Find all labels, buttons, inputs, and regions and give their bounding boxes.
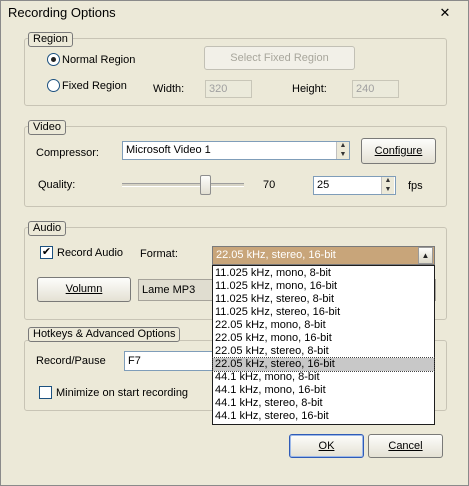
quality-value: 70 bbox=[263, 179, 276, 191]
compressor-select[interactable]: Microsoft Video 1 bbox=[122, 141, 350, 160]
compressor-spinner[interactable]: ▲ ▼ bbox=[336, 142, 349, 159]
compressor-label: Compressor: bbox=[36, 147, 99, 159]
format-option[interactable]: 44.1 kHz, stereo, 16-bit bbox=[213, 410, 434, 423]
hotkeys-legend: Hotkeys & Advanced Options bbox=[28, 327, 181, 342]
record-pause-field[interactable]: F7 bbox=[124, 351, 222, 371]
cancel-label: Cancel bbox=[388, 440, 423, 452]
width-field[interactable]: 320 bbox=[205, 80, 252, 98]
fps-label: fps bbox=[408, 180, 423, 192]
recording-options-dialog: Recording Options ✕ Region Normal Region… bbox=[0, 0, 469, 486]
spin-down-icon[interactable]: ▼ bbox=[382, 186, 394, 195]
video-legend: Video bbox=[28, 120, 66, 135]
format-label: Format: bbox=[140, 248, 178, 260]
region-legend: Region bbox=[28, 32, 73, 47]
radio-selected-dot bbox=[51, 57, 56, 62]
quality-slider-track[interactable] bbox=[122, 183, 244, 187]
minimize-checkbox[interactable] bbox=[39, 386, 52, 399]
format-value: 22.05 kHz, stereo, 16-bit bbox=[216, 249, 336, 261]
compressor-value: Microsoft Video 1 bbox=[126, 144, 211, 156]
record-audio-label[interactable]: Record Audio bbox=[57, 247, 123, 259]
window-title: Recording Options bbox=[8, 5, 116, 20]
height-field[interactable]: 240 bbox=[352, 80, 399, 98]
fixed-region-label[interactable]: Fixed Region bbox=[62, 80, 127, 92]
normal-region-label[interactable]: Normal Region bbox=[62, 54, 135, 66]
format-dropdown-list: 11.025 kHz, mono, 8-bit 11.025 kHz, mono… bbox=[212, 265, 435, 425]
volumn-label: Volumn bbox=[65, 283, 103, 295]
format-option[interactable]: 22.05 kHz, stereo, 8-bit bbox=[213, 345, 434, 358]
format-option[interactable]: 22.05 kHz, mono, 8-bit bbox=[213, 319, 434, 332]
select-fixed-region-button[interactable]: Select Fixed Region bbox=[204, 46, 355, 70]
format-option[interactable]: 11.025 kHz, stereo, 8-bit bbox=[213, 293, 434, 306]
record-pause-label: Record/Pause bbox=[36, 355, 106, 367]
cancel-button[interactable]: Cancel bbox=[368, 434, 443, 458]
format-option[interactable]: 44.1 kHz, mono, 8-bit bbox=[213, 371, 434, 384]
normal-region-radio[interactable] bbox=[47, 53, 60, 66]
configure-label: Configure bbox=[374, 145, 423, 157]
spin-up-icon[interactable]: ▲ bbox=[382, 177, 394, 186]
record-audio-checkbox[interactable]: ✔ bbox=[40, 246, 53, 259]
fixed-region-radio[interactable] bbox=[47, 79, 60, 92]
title-bar: Recording Options ✕ bbox=[1, 1, 468, 25]
format-option[interactable]: 44.1 kHz, stereo, 8-bit bbox=[213, 397, 434, 410]
width-label: Width: bbox=[153, 83, 185, 95]
format-option[interactable]: 22.05 kHz, mono, 16-bit bbox=[213, 332, 434, 345]
chevron-down-icon[interactable]: ▲ bbox=[418, 247, 433, 264]
height-label: Height: bbox=[292, 83, 327, 95]
format-select[interactable]: 22.05 kHz, stereo, 16-bit bbox=[212, 246, 435, 265]
audio-legend: Audio bbox=[28, 221, 67, 236]
fps-spinner[interactable]: ▲ ▼ bbox=[381, 177, 394, 194]
minimize-label[interactable]: Minimize on start recording bbox=[56, 387, 188, 399]
format-option[interactable]: 11.025 kHz, mono, 8-bit bbox=[213, 267, 434, 280]
format-option[interactable]: 11.025 kHz, stereo, 16-bit bbox=[213, 306, 434, 319]
format-option[interactable]: 44.1 kHz, mono, 16-bit bbox=[213, 384, 434, 397]
spin-down-icon[interactable]: ▼ bbox=[337, 151, 349, 160]
volumn-button[interactable]: Volumn bbox=[37, 277, 131, 302]
ok-label: OK bbox=[318, 440, 335, 452]
spin-up-icon[interactable]: ▲ bbox=[337, 142, 349, 151]
codec-value: Lame MP3 bbox=[142, 284, 196, 296]
close-icon[interactable]: ✕ bbox=[437, 5, 453, 21]
ok-button[interactable]: OK bbox=[289, 434, 364, 458]
configure-button[interactable]: Configure bbox=[361, 138, 436, 164]
format-option-selected[interactable]: 22.05 kHz, stereo, 16-bit bbox=[212, 357, 435, 372]
format-option[interactable]: 11.025 kHz, mono, 16-bit bbox=[213, 280, 434, 293]
quality-slider-thumb[interactable] bbox=[200, 175, 211, 195]
quality-label: Quality: bbox=[38, 179, 76, 191]
